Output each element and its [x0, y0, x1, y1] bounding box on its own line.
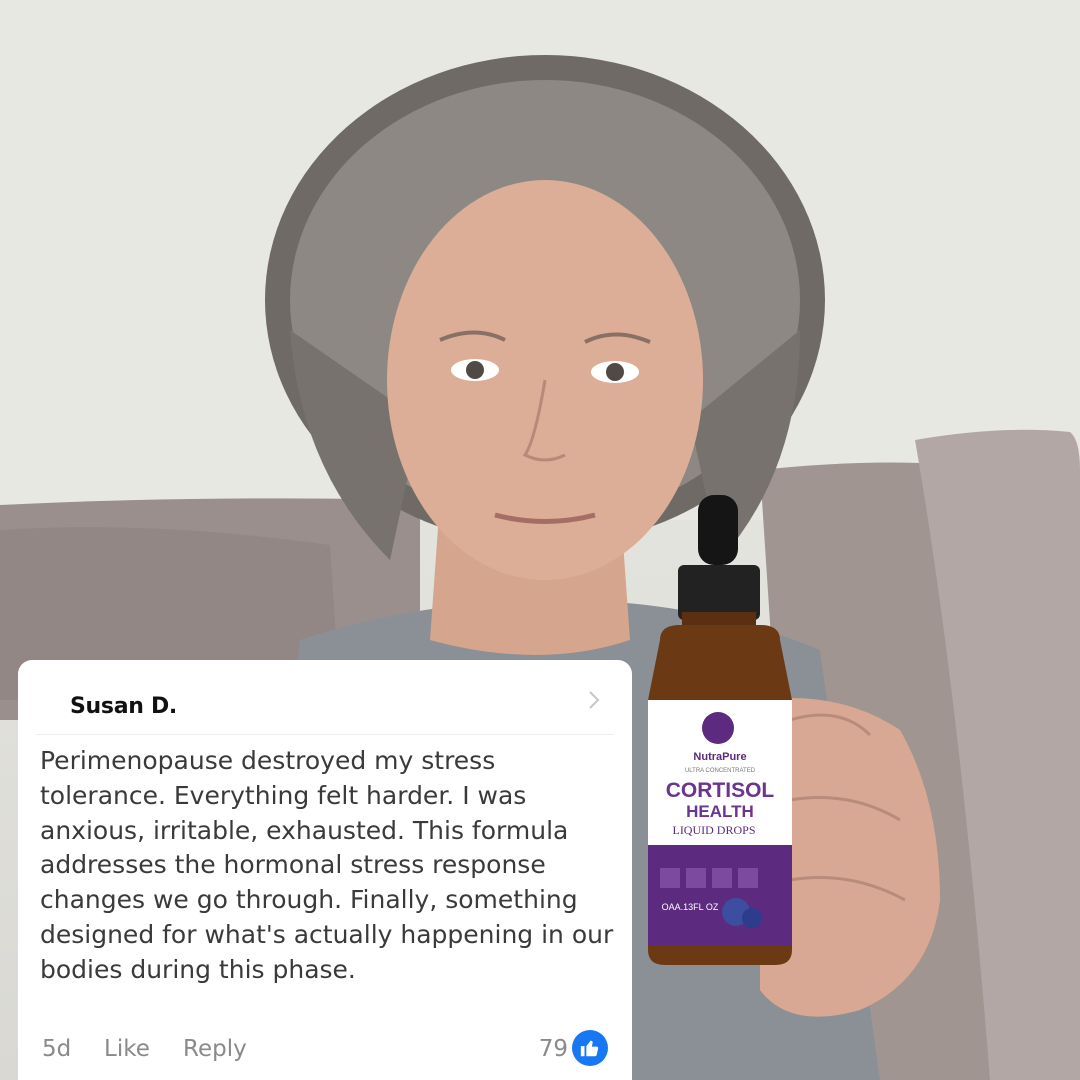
divider	[36, 734, 614, 735]
product-volume: OAA.13FL OZ	[662, 902, 719, 912]
comment-text: Perimenopause destroyed my stress tolera…	[40, 746, 614, 984]
comment-actions: 5d Like Reply 79	[18, 1030, 632, 1070]
product-name-line2: HEALTH	[686, 802, 754, 821]
like-button[interactable]: Like	[104, 1036, 150, 1062]
product-brand: NutraPure	[693, 751, 746, 763]
product-tagline: ULTRA CONCENTRATED	[685, 768, 756, 774]
chevron-right-icon[interactable]	[584, 688, 604, 712]
comment-timestamp: 5d	[42, 1036, 72, 1062]
comment-card: Susan D. Perimenopause destroyed my stre…	[18, 660, 632, 1080]
thumbs-up-icon[interactable]	[572, 1030, 608, 1066]
product-name-line1: CORTISOL	[666, 779, 775, 802]
reaction-count[interactable]: 79	[539, 1036, 568, 1062]
comment-author[interactable]: Susan D.	[70, 694, 177, 719]
reply-button[interactable]: Reply	[183, 1036, 247, 1062]
product-form: LIQUID DROPS	[672, 823, 755, 837]
